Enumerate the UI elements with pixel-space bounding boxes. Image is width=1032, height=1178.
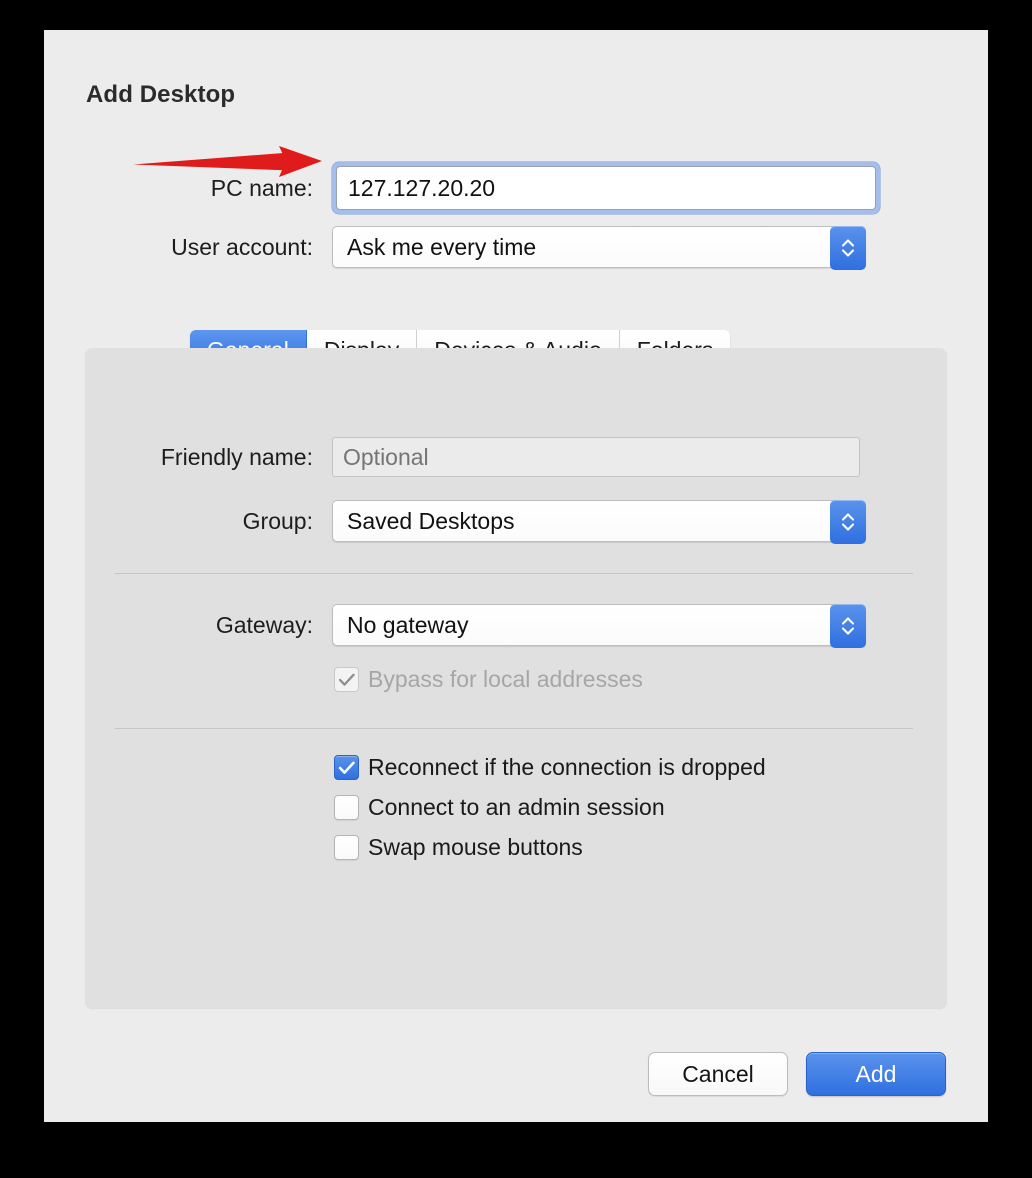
reconnect-option-row[interactable]: Reconnect if the connection is dropped	[334, 754, 766, 781]
swap-mouse-buttons-label: Swap mouse buttons	[368, 834, 583, 861]
friendly-name-input[interactable]	[332, 437, 860, 477]
swap-mouse-buttons-option-row[interactable]: Swap mouse buttons	[334, 834, 583, 861]
chevron-updown-icon[interactable]	[830, 500, 866, 544]
friendly-name-row: Friendly name:	[85, 437, 860, 477]
admin-session-option-row[interactable]: Connect to an admin session	[334, 794, 665, 821]
page-title: Add Desktop	[86, 81, 235, 109]
gateway-value: No gateway	[347, 605, 468, 645]
pc-name-row: PC name:	[44, 162, 988, 214]
gateway-label: Gateway:	[85, 612, 313, 639]
gateway-select[interactable]: No gateway	[332, 604, 866, 646]
add-desktop-dialog: Add Desktop PC name: User account: Ask m…	[44, 30, 988, 1122]
user-account-field-wrap: Ask me every time	[332, 226, 866, 268]
group-field-wrap: Saved Desktops	[332, 500, 866, 542]
add-button[interactable]: Add	[806, 1052, 946, 1096]
general-tab-panel: Friendly name: Group: Saved Desktops	[85, 348, 947, 1008]
group-label: Group:	[85, 508, 313, 535]
pc-name-field-wrap	[332, 162, 880, 214]
pc-name-focus-ring	[332, 162, 880, 214]
pc-name-input[interactable]	[336, 166, 876, 210]
group-select[interactable]: Saved Desktops	[332, 500, 866, 542]
swap-mouse-buttons-checkbox[interactable]	[334, 835, 359, 860]
chevron-updown-icon[interactable]	[830, 604, 866, 648]
reconnect-label: Reconnect if the connection is dropped	[368, 754, 766, 781]
screen: Add Desktop PC name: User account: Ask m…	[0, 0, 1032, 1178]
cancel-button[interactable]: Cancel	[648, 1052, 788, 1096]
user-account-label: User account:	[44, 234, 313, 261]
user-account-select[interactable]: Ask me every time	[332, 226, 866, 268]
section-divider	[115, 728, 913, 729]
admin-session-checkbox[interactable]	[334, 795, 359, 820]
gateway-row: Gateway: No gateway	[85, 604, 866, 646]
dialog-footer: Cancel Add	[648, 1052, 946, 1096]
user-account-row: User account: Ask me every time	[44, 226, 988, 268]
friendly-name-field-wrap	[332, 437, 860, 477]
chevron-updown-icon[interactable]	[830, 226, 866, 270]
group-value: Saved Desktops	[347, 501, 514, 541]
bypass-local-addresses-checkbox	[334, 667, 359, 692]
section-divider	[115, 573, 913, 574]
gateway-field-wrap: No gateway	[332, 604, 866, 646]
bypass-local-addresses-row: Bypass for local addresses	[334, 666, 643, 693]
user-account-value: Ask me every time	[347, 227, 536, 267]
pc-name-label: PC name:	[44, 175, 313, 202]
admin-session-label: Connect to an admin session	[368, 794, 665, 821]
friendly-name-label: Friendly name:	[85, 444, 313, 471]
reconnect-checkbox[interactable]	[334, 755, 359, 780]
group-row: Group: Saved Desktops	[85, 500, 866, 542]
bypass-local-addresses-label: Bypass for local addresses	[368, 666, 643, 693]
